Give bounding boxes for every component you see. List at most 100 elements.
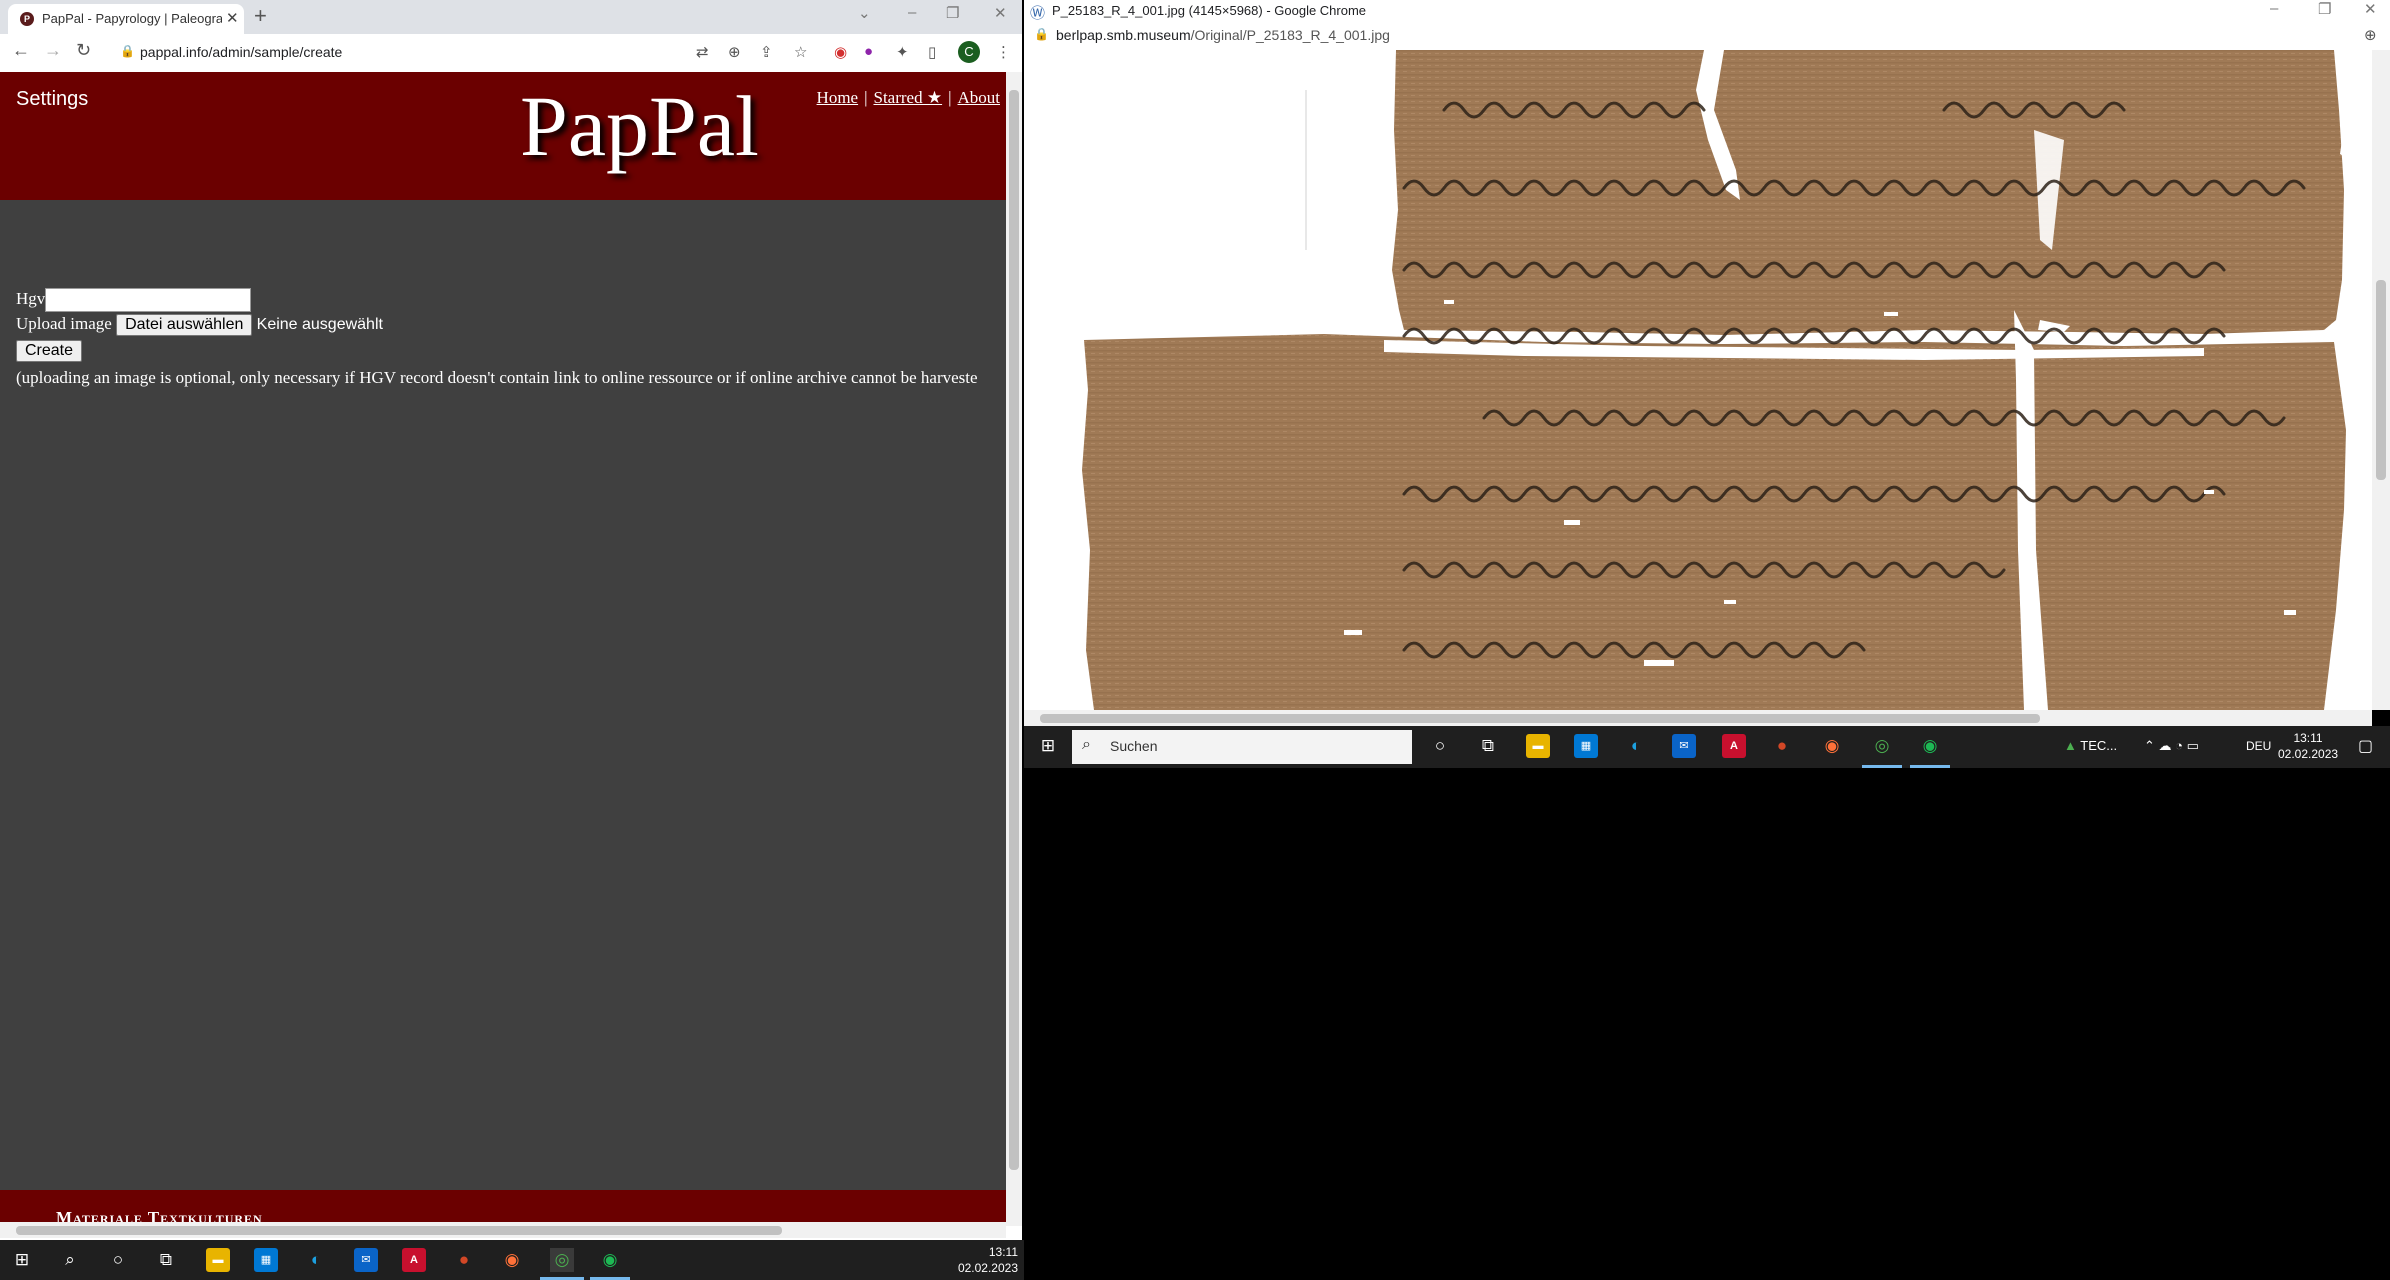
- profile-avatar[interactable]: C: [958, 41, 980, 63]
- cortana-icon[interactable]: ○: [106, 1248, 130, 1272]
- chrome-icon[interactable]: ◎: [1870, 734, 1894, 758]
- nav-starred[interactable]: Starred ★: [874, 88, 943, 107]
- taskbar-clock[interactable]: 13:11 02.02.2023: [958, 1244, 1018, 1276]
- share-icon[interactable]: ⇪: [760, 43, 773, 61]
- extension-icon[interactable]: ◉: [834, 43, 847, 61]
- hgv-input[interactable]: [45, 288, 252, 312]
- site-footer: Materiale Textkulturen: [0, 1190, 1006, 1226]
- taskbar: ⊞ ⌕ ○ ⧉ ▬ ▦ ◐ ✉ A ● ◉ ◎ ◉ 13:11 02.02.20…: [0, 1240, 1024, 1280]
- top-navigation: Home | Starred ★ | About: [817, 88, 1000, 108]
- windows-start-icon[interactable]: ⊞: [1036, 734, 1060, 758]
- menu-kebab-icon[interactable]: ⋮: [996, 43, 1011, 61]
- search-icon: ⌕: [1082, 736, 1091, 753]
- spotify-icon[interactable]: ◉: [1918, 734, 1942, 758]
- upload-note: (uploading an image is optional, only ne…: [16, 368, 978, 387]
- tray-app-text: TEC...: [2080, 738, 2118, 753]
- tab-search-chevron-icon[interactable]: ⌄: [858, 4, 871, 22]
- close-tab-icon[interactable]: ✕: [226, 9, 239, 27]
- bookmark-star-icon[interactable]: ☆: [794, 43, 807, 61]
- tray-icons[interactable]: ⌃ ☁ ◔ ▭: [2144, 738, 2199, 754]
- scroll-thumb[interactable]: [1009, 90, 1019, 1170]
- firefox-icon[interactable]: ◉: [500, 1248, 524, 1272]
- file-explorer-icon[interactable]: ▬: [206, 1248, 230, 1272]
- back-arrow-icon[interactable]: ←: [12, 40, 30, 61]
- language-indicator[interactable]: DEU: [2246, 739, 2271, 753]
- active-indicator: [1910, 765, 1950, 768]
- extensions-puzzle-icon[interactable]: ✦: [896, 43, 909, 61]
- nav-separator: |: [948, 88, 952, 107]
- pappal-page: Settings PapPal Home | Starred ★ | About Hgv…: [0, 72, 1006, 1226]
- close-window-icon[interactable]: ✕: [2364, 0, 2377, 18]
- close-window-icon[interactable]: ✕: [994, 4, 1007, 22]
- file-explorer-icon[interactable]: ▬: [1526, 734, 1550, 758]
- task-view-icon[interactable]: ⧉: [154, 1248, 178, 1272]
- powerpoint-icon[interactable]: ●: [1770, 734, 1794, 758]
- address-bar[interactable]: 🔒 berlpap.smb.museum/Original/P_25183_R_…: [1024, 22, 2390, 51]
- edge-icon[interactable]: ◐: [304, 1248, 328, 1272]
- url-path: /Original/P_25183_R_4_001.jpg: [1190, 27, 1390, 43]
- address-bar[interactable]: 🔒 pappal.info/admin/sample/create: [112, 38, 672, 68]
- pappal-favicon-icon: P: [20, 12, 34, 26]
- mail-icon[interactable]: ✉: [1672, 734, 1696, 758]
- search-icon[interactable]: ⌕: [58, 1248, 82, 1272]
- horizontal-scrollbar[interactable]: [0, 1222, 1006, 1238]
- choose-file-button[interactable]: Datei auswählen: [116, 314, 253, 336]
- restore-icon[interactable]: ❐: [2318, 0, 2331, 18]
- notification-icon[interactable]: ▢: [2358, 736, 2373, 756]
- taskbar-search[interactable]: ⌕ Suchen: [1072, 730, 1412, 764]
- tray-clock[interactable]: 13:11 02.02.2023: [2278, 730, 2338, 762]
- create-button[interactable]: Create: [16, 340, 83, 362]
- active-indicator: [1862, 765, 1902, 768]
- right-browser-window: Ⓦ P_25183_R_4_001.jpg (4145×5968) - Goog…: [1024, 0, 2390, 768]
- task-view-icon[interactable]: ⧉: [1476, 734, 1500, 758]
- image-viewer[interactable]: [1024, 50, 2372, 710]
- minimize-icon[interactable]: –: [2270, 0, 2278, 17]
- zoom-icon[interactable]: ⊕: [728, 43, 741, 61]
- pappal-logo[interactable]: PapPal: [520, 76, 759, 176]
- new-tab-icon[interactable]: +: [254, 4, 267, 28]
- vertical-scrollbar[interactable]: [1006, 72, 1022, 1226]
- scroll-thumb[interactable]: [2376, 280, 2386, 480]
- translate-icon[interactable]: ⇄: [696, 43, 709, 61]
- minimize-icon[interactable]: –: [908, 4, 916, 21]
- spotify-icon[interactable]: ◉: [598, 1248, 622, 1272]
- tray-app-label[interactable]: ▲ TEC...: [2064, 738, 2117, 753]
- acrobat-icon[interactable]: A: [1722, 734, 1746, 758]
- horizontal-scrollbar[interactable]: [1024, 710, 2372, 726]
- powerpoint-icon[interactable]: ●: [452, 1248, 476, 1272]
- vertical-scrollbar[interactable]: [2372, 50, 2390, 710]
- mail-icon[interactable]: ✉: [354, 1248, 378, 1272]
- zoom-icon[interactable]: ⊕: [2364, 26, 2377, 44]
- nav-about[interactable]: About: [958, 88, 1001, 107]
- nav-home[interactable]: Home: [817, 88, 859, 107]
- windows-start-icon[interactable]: ⊞: [10, 1248, 34, 1272]
- edge-icon[interactable]: ◐: [1624, 734, 1648, 758]
- extension-b-icon[interactable]: ●: [864, 43, 873, 60]
- chrome-icon[interactable]: ◎: [550, 1248, 574, 1272]
- lock-icon: 🔒: [1034, 27, 1049, 41]
- reload-icon[interactable]: ↻: [76, 40, 91, 61]
- acrobat-icon[interactable]: A: [402, 1248, 426, 1272]
- scroll-thumb[interactable]: [1040, 714, 2040, 723]
- tab-pappal[interactable]: P PapPal - Papyrology | Paleograph ✕: [8, 4, 244, 34]
- clock-time: 13:11: [988, 1245, 1018, 1259]
- site-header: Settings PapPal Home | Starred ★ | About: [0, 72, 1006, 200]
- screen-taskbar: ⊞ ⌕ Suchen ○ ⧉ ▬ ▦ ◐ ✉ A ● ◉ ◎ ◉ ▲ TEC..…: [1024, 726, 2390, 768]
- taskbar-search-placeholder: Suchen: [1110, 738, 1158, 754]
- restore-icon[interactable]: ❐: [946, 4, 959, 22]
- firefox-icon[interactable]: ◉: [1820, 734, 1844, 758]
- side-panel-icon[interactable]: ▯: [928, 43, 936, 61]
- url-text: berlpap.smb.museum/Original/P_25183_R_4_…: [1056, 27, 1390, 43]
- settings-link[interactable]: Settings: [16, 88, 88, 111]
- forward-arrow-icon[interactable]: →: [44, 40, 62, 61]
- store-icon[interactable]: ▦: [254, 1248, 278, 1272]
- browser-toolbar: ← → ↻ 🔒 pappal.info/admin/sample/create …: [0, 34, 1022, 73]
- store-icon[interactable]: ▦: [1574, 734, 1598, 758]
- tray-time: 13:11: [2293, 731, 2323, 745]
- chart-tray-icon: ▲: [2064, 738, 2077, 753]
- nav-separator: |: [864, 88, 868, 107]
- tray-date: 02.02.2023: [2278, 747, 2339, 761]
- cortana-icon[interactable]: ○: [1428, 734, 1452, 758]
- hgv-label: Hgv: [16, 288, 46, 308]
- scroll-thumb[interactable]: [16, 1226, 782, 1235]
